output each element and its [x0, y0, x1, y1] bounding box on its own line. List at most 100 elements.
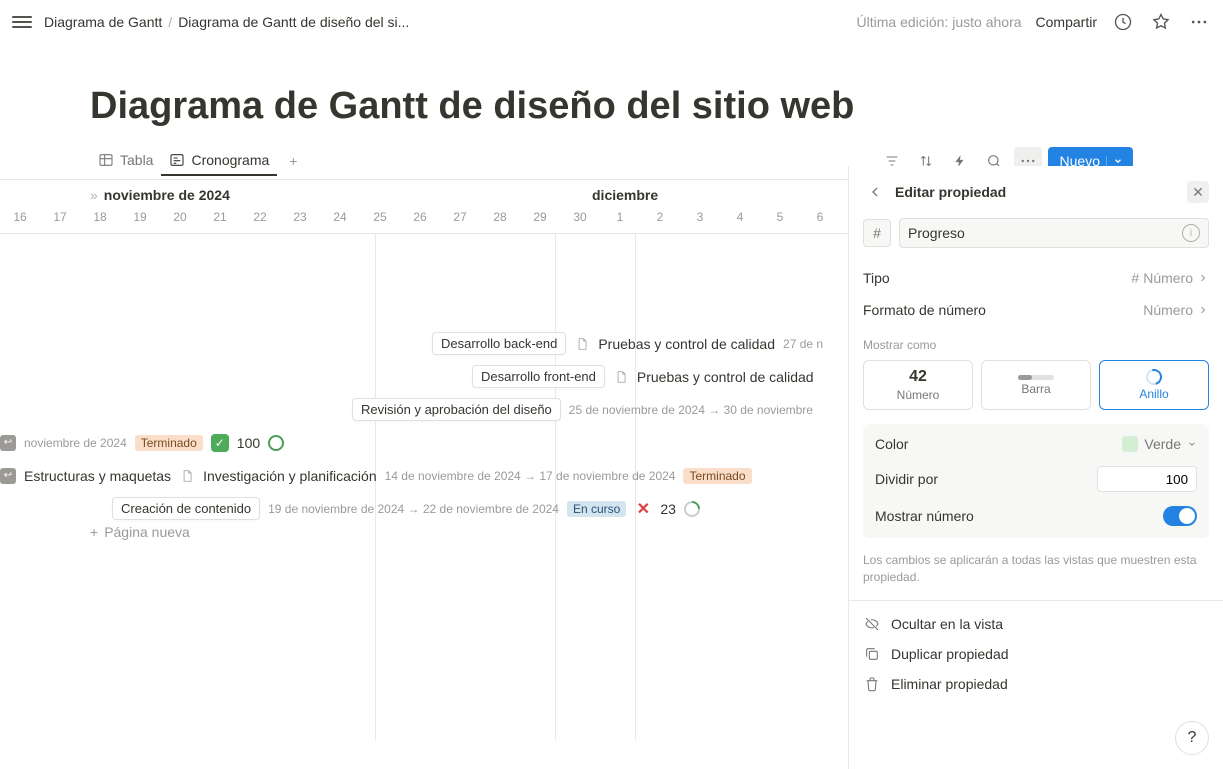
task-review[interactable]: Revisión y aprobación del diseño — [352, 398, 561, 421]
show-number-row: Mostrar número — [875, 506, 1197, 526]
color-label: Color — [875, 436, 908, 452]
display-bar-label: Barra — [1021, 382, 1050, 396]
day-header: 29 — [520, 210, 560, 233]
eye-off-icon — [863, 616, 881, 632]
chevron-right-icon — [1197, 304, 1209, 316]
task-research[interactable]: Investigación y planificación — [203, 468, 377, 484]
divide-input[interactable] — [1097, 466, 1197, 492]
task-date: 19 de noviembre de 2024 → 22 de noviembr… — [268, 502, 559, 516]
collapse-icon[interactable]: » — [90, 187, 98, 203]
page-icon — [574, 336, 590, 352]
month-label-1: noviembre de 2024 — [104, 187, 230, 203]
day-header: 5 — [760, 210, 800, 233]
property-name: Progreso — [908, 225, 965, 241]
ring-preview-icon — [1143, 366, 1165, 388]
task-row[interactable]: Desarrollo back-end Pruebas y control de… — [432, 330, 823, 358]
share-button[interactable]: Compartir — [1036, 14, 1097, 30]
day-header: 20 — [160, 210, 200, 233]
page-title[interactable]: Diagrama de Gantt de diseño del sitio we… — [0, 44, 1223, 138]
back-arrow-icon[interactable]: ↩ — [0, 435, 16, 451]
day-header: 26 — [400, 210, 440, 233]
info-icon[interactable]: i — [1182, 224, 1200, 242]
task-qa-link[interactable]: Pruebas y control de calidad — [598, 336, 775, 352]
new-page-button[interactable]: + Página nueva — [90, 524, 190, 540]
task-backend[interactable]: Desarrollo back-end — [432, 332, 566, 355]
breadcrumb-current[interactable]: Diagrama de Gantt de diseño del si... — [178, 14, 409, 30]
divider — [849, 600, 1223, 601]
task-date: 25 de noviembre de 2024 → 30 de noviembr… — [569, 403, 813, 417]
task-row[interactable]: ↩ Estructuras y maquetas Investigación y… — [0, 462, 752, 490]
duplicate-property-button[interactable]: Duplicar propiedad — [863, 639, 1209, 669]
hash-icon: # — [1131, 270, 1139, 286]
display-option-bar[interactable]: Barra — [981, 360, 1091, 410]
format-row[interactable]: Formato de número Número — [863, 294, 1209, 326]
last-edit-label: Última edición: justo ahora — [857, 14, 1022, 30]
ring-icon — [268, 435, 284, 451]
chevron-down-icon[interactable] — [1106, 156, 1123, 166]
tab-table-label: Tabla — [120, 152, 153, 168]
star-icon[interactable] — [1149, 10, 1173, 34]
trash-icon — [863, 676, 881, 692]
day-header: 21 — [200, 210, 240, 233]
display-number-label: Número — [897, 388, 940, 402]
task-row[interactable]: ↩ noviembre de 2024 Terminado ✓ 100 — [0, 429, 284, 457]
tab-table[interactable]: Tabla — [90, 146, 161, 176]
task-frontend[interactable]: Desarrollo front-end — [472, 365, 605, 388]
page-icon — [179, 468, 195, 484]
back-button[interactable] — [863, 180, 887, 204]
number-type-icon[interactable]: # — [863, 219, 891, 247]
tab-timeline-label: Cronograma — [191, 152, 269, 168]
menu-icon[interactable] — [12, 12, 32, 32]
task-row[interactable]: Creación de contenido 19 de noviembre de… — [112, 495, 700, 523]
panel-note: Los cambios se aplicarán a todas las vis… — [863, 552, 1209, 586]
task-content[interactable]: Creación de contenido — [112, 497, 260, 520]
day-header: 28 — [480, 210, 520, 233]
show-number-toggle[interactable] — [1163, 506, 1197, 526]
duplicate-label: Duplicar propiedad — [891, 646, 1009, 662]
display-option-number[interactable]: 42 Número — [863, 360, 973, 410]
add-view-button[interactable]: + — [281, 149, 305, 173]
display-option-ring[interactable]: Anillo — [1099, 360, 1209, 410]
timeline-icon — [169, 152, 185, 168]
day-header: 25 — [360, 210, 400, 233]
type-row[interactable]: Tipo #Número — [863, 262, 1209, 294]
format-value: Número — [1143, 302, 1193, 318]
day-header: 19 — [120, 210, 160, 233]
topbar: Diagrama de Gantt / Diagrama de Gantt de… — [0, 0, 1223, 44]
task-structures[interactable]: Estructuras y maquetas — [24, 468, 171, 484]
day-header: 30 — [560, 210, 600, 233]
status-tag-progress: En curso — [567, 501, 626, 517]
breadcrumb: Diagrama de Gantt / Diagrama de Gantt de… — [44, 14, 409, 30]
more-icon[interactable] — [1187, 10, 1211, 34]
divide-label: Dividir por — [875, 471, 938, 487]
color-value: Verde — [1144, 436, 1181, 452]
task-date: noviembre de 2024 — [24, 436, 127, 450]
clock-icon[interactable] — [1111, 10, 1135, 34]
ring-icon — [681, 497, 704, 520]
show-as-label: Mostrar como — [863, 338, 1209, 352]
day-header: 22 — [240, 210, 280, 233]
chevron-right-icon — [1197, 272, 1209, 284]
day-header: 18 — [80, 210, 120, 233]
day-header: 16 — [0, 210, 40, 233]
close-button[interactable]: ✕ — [1187, 181, 1209, 203]
day-header: 4 — [720, 210, 760, 233]
day-header: 17 — [40, 210, 80, 233]
help-icon: ? — [1188, 729, 1197, 747]
property-name-input[interactable]: Progreso i — [899, 218, 1209, 248]
tab-timeline[interactable]: Cronograma — [161, 146, 277, 176]
task-row[interactable]: Revisión y aprobación del diseño 25 de n… — [352, 396, 813, 424]
type-value: Número — [1143, 270, 1193, 286]
color-row[interactable]: Color Verde — [875, 436, 1197, 452]
task-row[interactable]: Desarrollo front-end Pruebas y control d… — [472, 363, 814, 391]
task-qa-link[interactable]: Pruebas y control de calidad — [637, 369, 814, 385]
hide-property-button[interactable]: Ocultar en la vista — [863, 609, 1209, 639]
table-icon — [98, 152, 114, 168]
back-arrow-icon[interactable]: ↩ — [0, 468, 16, 484]
format-label: Formato de número — [863, 302, 986, 318]
breadcrumb-root[interactable]: Diagrama de Gantt — [44, 14, 162, 30]
help-button[interactable]: ? — [1175, 721, 1209, 755]
page-icon — [613, 369, 629, 385]
progress-value: 100 — [237, 435, 260, 451]
delete-property-button[interactable]: Eliminar propiedad — [863, 669, 1209, 699]
